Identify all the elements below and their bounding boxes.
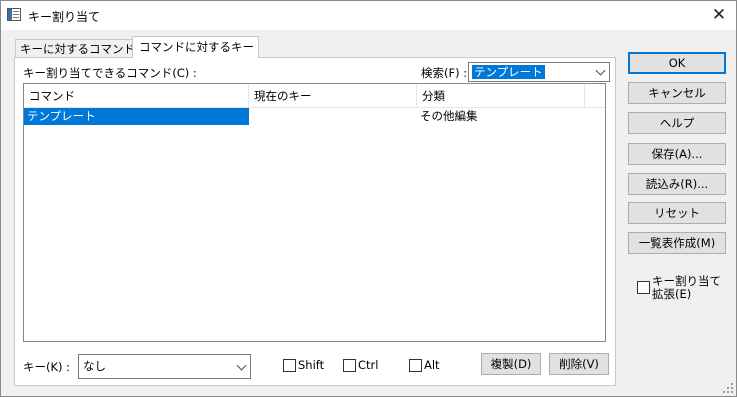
copy-button[interactable]: 複製(D) [481, 353, 541, 375]
close-icon[interactable]: ✕ [708, 4, 730, 26]
ctrl-checkbox[interactable] [343, 359, 356, 372]
key-value: なし [83, 359, 106, 373]
column-header-command[interactable]: コマンド [24, 84, 249, 108]
load-button[interactable]: 読込み(R)... [628, 173, 726, 195]
list-header: コマンド 現在のキー 分類 [24, 84, 605, 108]
list-item-category: その他編集 [420, 109, 478, 123]
extend-assignment-label: キー割り当て 拡張(E) [652, 275, 721, 301]
tab-keys-to-commands[interactable]: キーに対するコマンド [15, 39, 140, 57]
search-value: テンプレート [472, 65, 545, 79]
create-list-button[interactable]: 一覧表作成(M) [628, 232, 726, 254]
key-label: キー(K) : [23, 360, 71, 374]
key-assignment-dialog: キー割り当て ✕ キーに対するコマンド コマンドに対するキー キー割り当てできる… [0, 0, 737, 397]
reset-button[interactable]: リセット [628, 202, 726, 224]
shift-label: Shift [298, 358, 325, 372]
extend-assignment-checkbox[interactable] [637, 281, 650, 294]
extend-label-line2: 拡張(E) [652, 287, 692, 301]
search-label: 検索(F) : [421, 66, 468, 80]
alt-label: Alt [424, 358, 440, 372]
ok-button[interactable]: OK [628, 52, 726, 74]
chevron-down-icon[interactable] [595, 65, 606, 76]
resize-grip-icon[interactable] [723, 383, 733, 393]
title-bar: キー割り当て ✕ [1, 1, 736, 30]
app-window-icon [7, 8, 21, 21]
cancel-button[interactable]: キャンセル [628, 82, 726, 104]
shift-checkbox[interactable] [283, 359, 296, 372]
column-header-current-key[interactable]: 現在のキー [249, 84, 417, 108]
list-item-command: テンプレート [24, 108, 249, 125]
window-title: キー割り当て [28, 10, 101, 24]
ctrl-label: Ctrl [358, 358, 379, 372]
save-button[interactable]: 保存(A)... [628, 143, 726, 165]
list-item-key [249, 108, 417, 125]
list-item[interactable]: テンプレート その他編集 [24, 108, 605, 125]
assignable-commands-label: キー割り当てできるコマンド(C) : [23, 66, 197, 80]
alt-checkbox[interactable] [409, 359, 422, 372]
chevron-down-icon[interactable] [236, 360, 247, 371]
tab-commands-to-keys[interactable]: コマンドに対するキー [132, 36, 259, 58]
column-header-category[interactable]: 分類 [417, 84, 585, 108]
key-combobox[interactable]: なし [78, 354, 251, 379]
command-list[interactable]: コマンド 現在のキー 分類 テンプレート その他編集 [23, 83, 606, 342]
help-button[interactable]: ヘルプ [628, 112, 726, 134]
search-combobox[interactable]: テンプレート [468, 62, 610, 82]
delete-button[interactable]: 削除(V) [549, 353, 609, 375]
